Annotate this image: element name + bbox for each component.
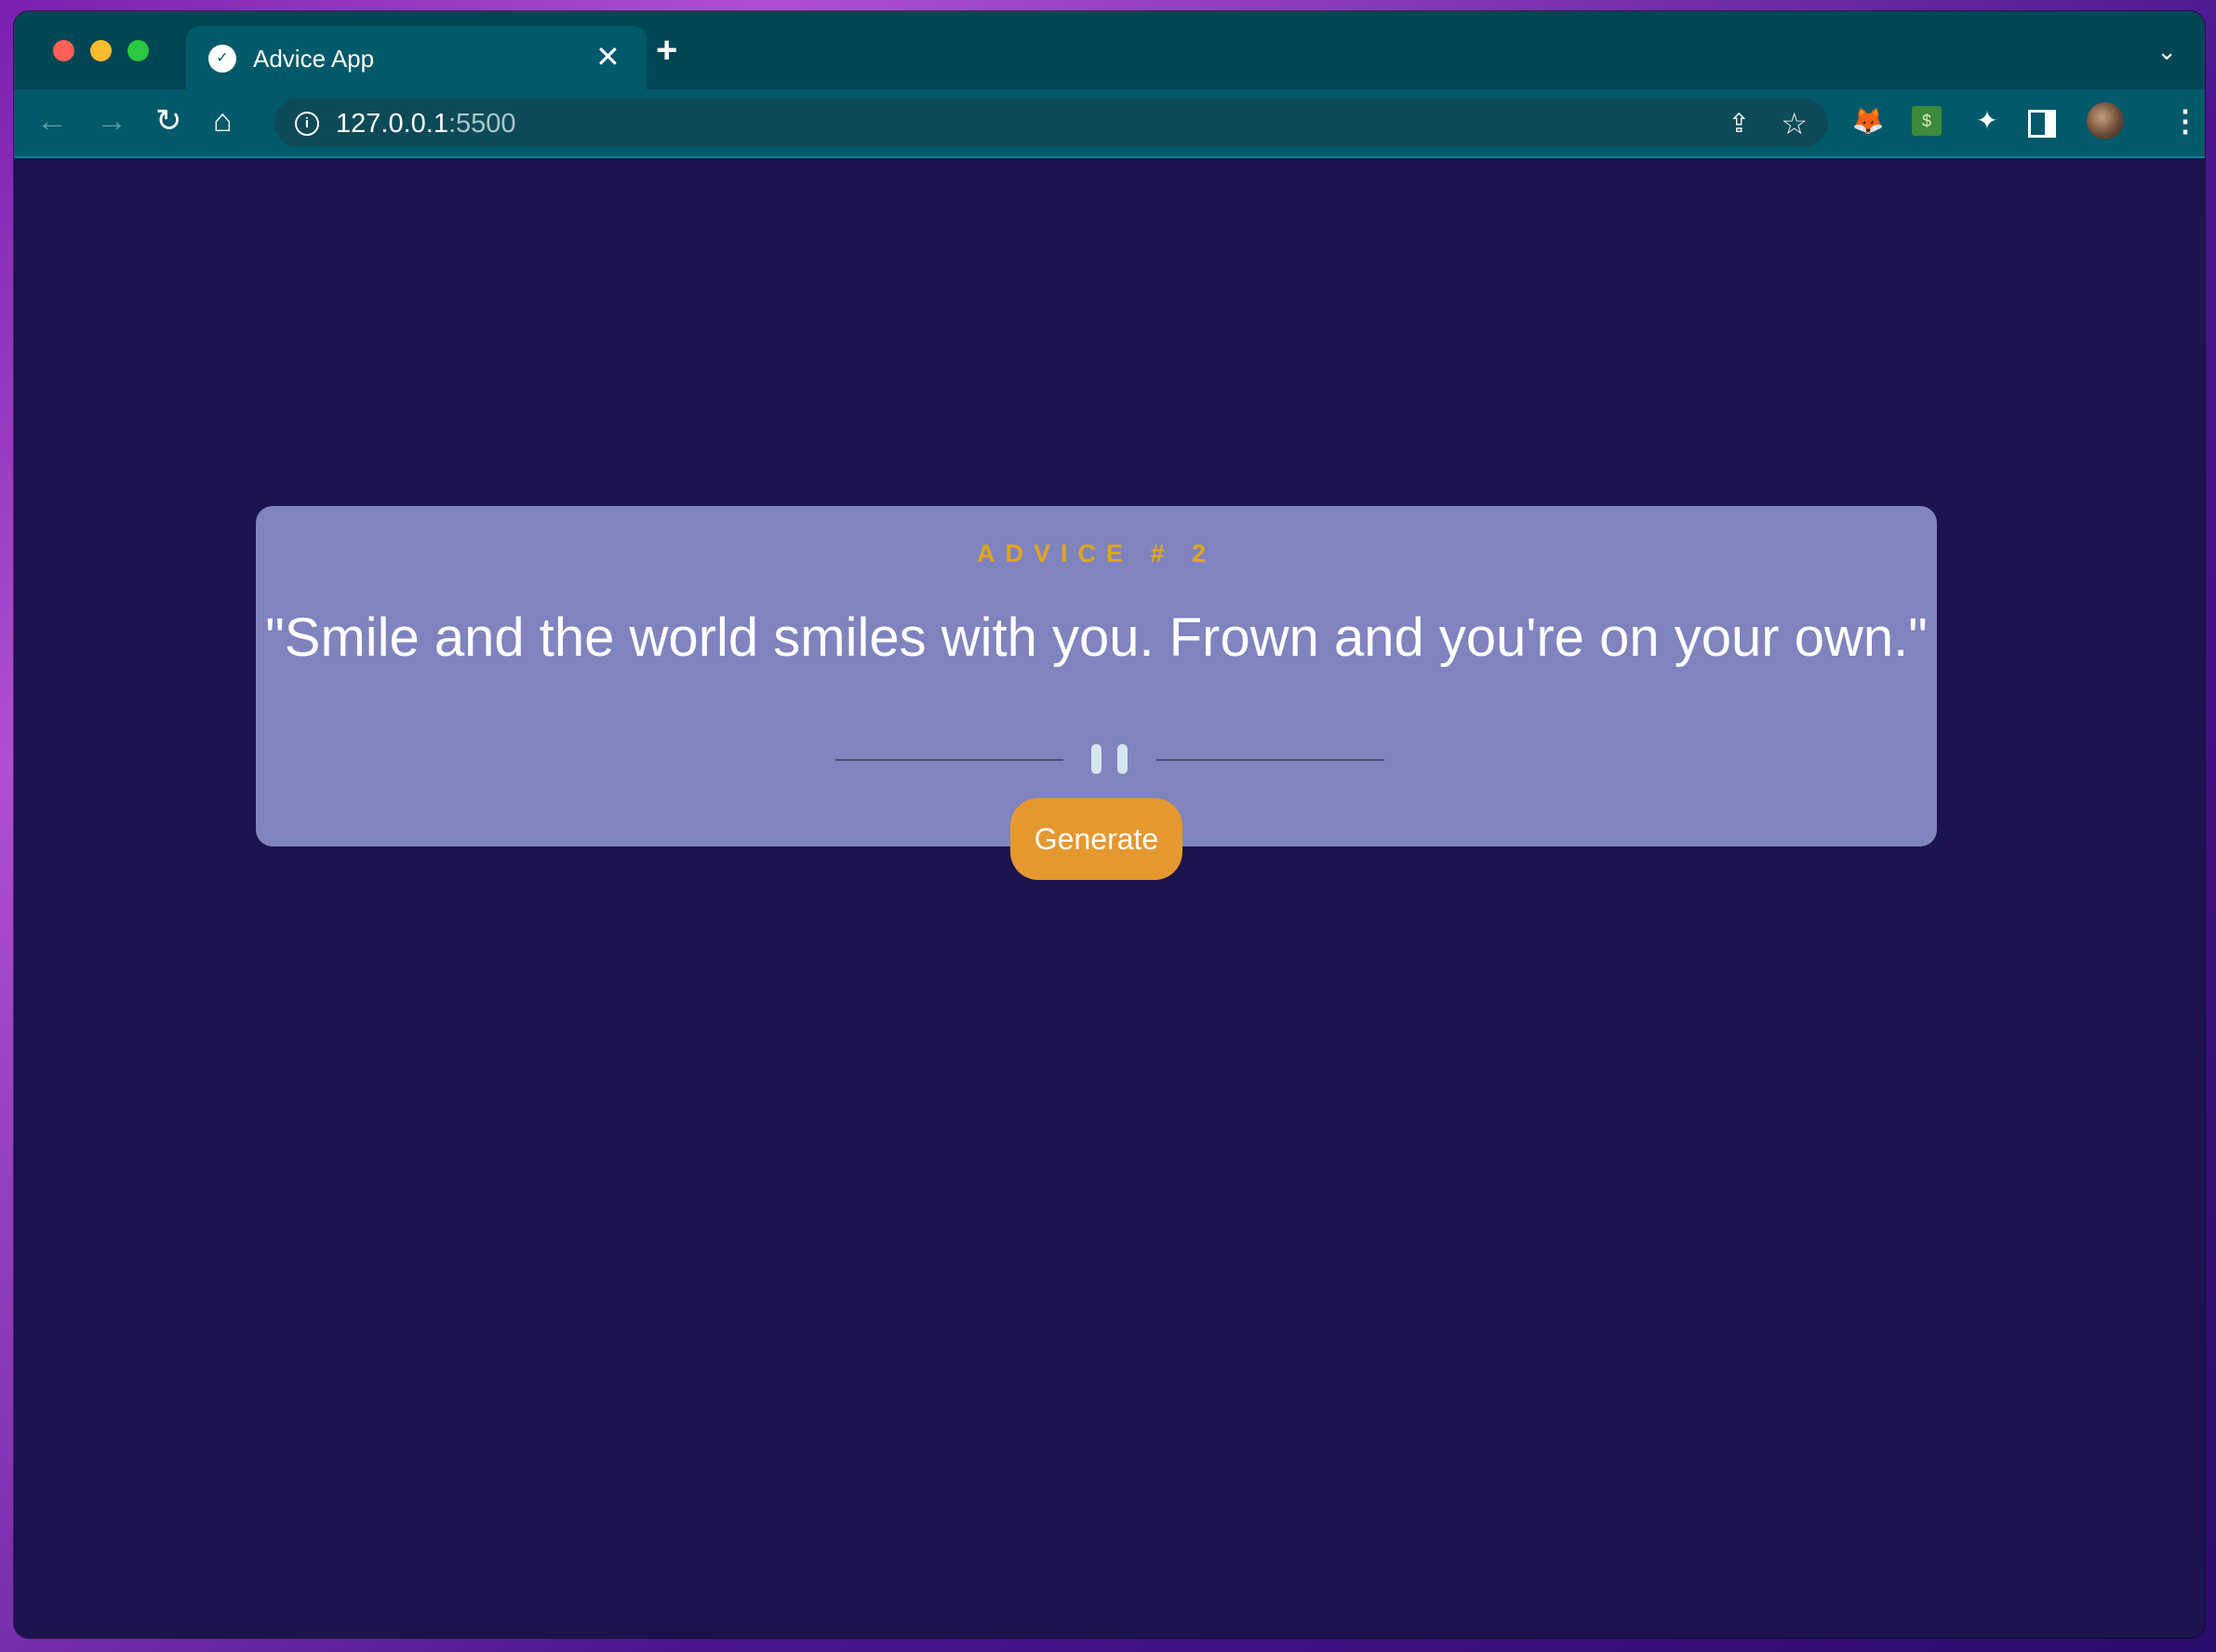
back-button[interactable]: ← [36, 102, 68, 140]
address-bar[interactable]: i 127.0.0.1:5500 ⇪ ☆ [274, 99, 1828, 147]
divider-line-right [1156, 759, 1384, 761]
share-icon[interactable]: ⇪ [1729, 108, 1750, 139]
pause-icon [1117, 744, 1128, 774]
url-host: 127.0.0.1 [336, 109, 448, 139]
divider [256, 740, 1937, 778]
advice-card: ADVICE # 2 "Smile and the world smiles w… [256, 506, 1937, 846]
divider-line-left [835, 759, 1063, 761]
side-panel-icon[interactable] [2028, 110, 2056, 138]
advice-number: ADVICE # 2 [976, 540, 1217, 567]
forward-button[interactable]: → [96, 102, 127, 140]
tab-title: Advice App [253, 45, 375, 73]
maximize-window-button[interactable] [127, 40, 149, 61]
bookmark-star-icon[interactable]: ☆ [1781, 106, 1808, 141]
reload-button[interactable]: ↻ [155, 102, 182, 140]
new-tab-button[interactable]: + [656, 32, 677, 69]
page-content [14, 158, 2205, 1638]
more-menu-icon[interactable]: ⋮ [2170, 102, 2200, 140]
site-info-icon[interactable]: i [295, 112, 319, 136]
favicon-icon: ✓ [208, 45, 236, 73]
url-text[interactable]: 127.0.0.1:5500 [336, 109, 516, 140]
minimize-window-button[interactable] [90, 40, 112, 61]
extensions-puzzle-icon[interactable]: ✦ [1970, 104, 2004, 138]
money-extension-icon[interactable]: $ [1912, 106, 1942, 136]
metamask-fox-icon[interactable]: 🦊 [1851, 104, 1885, 138]
profile-avatar[interactable] [2087, 102, 2124, 140]
browser-tab[interactable]: ✓ Advice App ✕ [186, 26, 647, 89]
browser-toolbar: ← → ↻ ⌂ i 127.0.0.1:5500 ⇪ ☆ 🦊 $ ✦ ⋮ [14, 89, 2205, 158]
tab-list-chevron-icon[interactable]: ⌄ [2156, 37, 2177, 66]
generate-button[interactable]: Generate [1010, 798, 1182, 880]
tab-bar: ✓ Advice App ✕ + ⌄ [14, 11, 2205, 89]
home-button[interactable]: ⌂ [213, 102, 233, 140]
tab-close-icon[interactable]: ✕ [595, 39, 621, 74]
url-port: :5500 [447, 109, 516, 139]
pause-icon [1091, 744, 1101, 774]
close-window-button[interactable] [53, 40, 74, 61]
advice-quote: "Smile and the world smiles with you. Fr… [265, 607, 1928, 668]
